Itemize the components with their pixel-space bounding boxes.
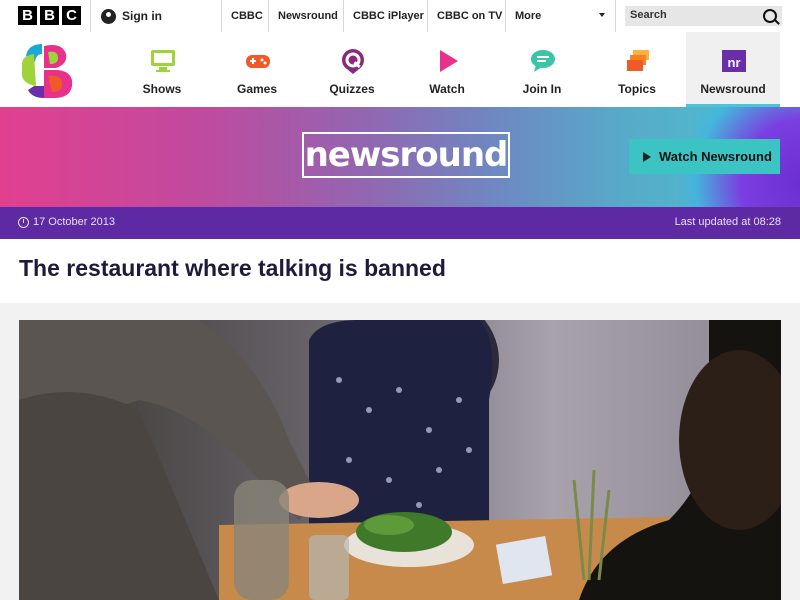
nav-link-cbbc-iplayer[interactable]: CBBC iPlayer bbox=[353, 0, 424, 32]
chevron-down-icon bbox=[599, 13, 605, 17]
bbc-logo-letter: C bbox=[62, 6, 81, 25]
chat-icon bbox=[531, 50, 555, 72]
nav-item-quizzes[interactable]: Quizzes bbox=[305, 32, 399, 107]
nav-item-watch[interactable]: Watch bbox=[400, 32, 494, 107]
divider bbox=[221, 0, 222, 32]
nav-item-shows[interactable]: Shows bbox=[115, 32, 209, 107]
article-hero-image bbox=[19, 320, 781, 600]
nav-item-label: Quizzes bbox=[329, 82, 375, 96]
nav-item-label: Watch bbox=[429, 82, 465, 96]
watch-button-label: Watch Newsround bbox=[659, 149, 772, 164]
divider bbox=[268, 0, 269, 32]
article-date: 17 October 2013 bbox=[18, 216, 115, 228]
last-updated: Last updated at 08:28 bbox=[674, 216, 781, 228]
layers-icon bbox=[627, 50, 649, 71]
search-placeholder: Search bbox=[630, 9, 667, 21]
gamepad-icon bbox=[246, 55, 270, 68]
nav-item-label: Topics bbox=[618, 82, 656, 96]
svg-text:nr: nr bbox=[728, 55, 741, 70]
play-icon bbox=[643, 151, 651, 162]
nav-item-games[interactable]: Games bbox=[210, 32, 304, 107]
nav-link-cbbc[interactable]: CBBC bbox=[231, 0, 263, 32]
newsround-banner: newsround Watch Newsround bbox=[0, 107, 800, 207]
nav-item-topics[interactable]: Topics bbox=[590, 32, 684, 107]
cbbc-nav: Shows Games Quizzes Watch Join In Topics… bbox=[0, 32, 800, 107]
newsround-icon: nr bbox=[722, 50, 746, 72]
bbc-top-bar: B B C Sign in CBBC Newsround CBBC iPlaye… bbox=[0, 0, 800, 33]
search-input[interactable]: Search bbox=[625, 6, 782, 26]
more-dropdown[interactable]: More bbox=[515, 0, 541, 32]
clock-icon bbox=[18, 216, 29, 228]
user-icon bbox=[101, 8, 116, 24]
divider bbox=[427, 0, 428, 32]
divider bbox=[505, 0, 506, 32]
article-date-bar: 17 October 2013 Last updated at 08:28 bbox=[0, 207, 800, 239]
divider bbox=[615, 0, 616, 32]
headline-area: The restaurant where talking is banned bbox=[0, 239, 800, 303]
play-icon bbox=[440, 50, 458, 72]
nav-item-label: Games bbox=[236, 82, 278, 96]
search-icon[interactable] bbox=[763, 9, 777, 23]
page-title: The restaurant where talking is banned bbox=[19, 255, 446, 281]
bbc-logo[interactable]: B B C bbox=[18, 6, 81, 25]
sign-in-label: Sign in bbox=[122, 9, 162, 23]
tv-icon bbox=[151, 50, 175, 72]
nav-item-label: Join In bbox=[522, 82, 562, 96]
cbbc-logo[interactable] bbox=[18, 40, 80, 102]
nav-link-cbbc-on-tv[interactable]: CBBC on TV bbox=[437, 0, 502, 32]
newsround-logo[interactable]: newsround bbox=[302, 132, 510, 178]
nav-item-join-in[interactable]: Join In bbox=[495, 32, 589, 107]
nav-item-newsround[interactable]: nr Newsround bbox=[686, 32, 780, 107]
date-text: 17 October 2013 bbox=[33, 216, 115, 228]
nav-link-newsround[interactable]: Newsround bbox=[278, 0, 338, 32]
restaurant-photo bbox=[19, 320, 781, 600]
sign-in-link[interactable]: Sign in bbox=[101, 0, 162, 32]
bbc-logo-letter: B bbox=[18, 6, 37, 25]
nav-item-label: Newsround bbox=[700, 82, 766, 96]
divider bbox=[343, 0, 344, 32]
divider bbox=[90, 0, 91, 32]
watch-newsround-button[interactable]: Watch Newsround bbox=[629, 139, 780, 174]
nav-item-label: Shows bbox=[142, 82, 182, 96]
quiz-icon bbox=[342, 49, 364, 74]
bbc-logo-letter: B bbox=[40, 6, 59, 25]
